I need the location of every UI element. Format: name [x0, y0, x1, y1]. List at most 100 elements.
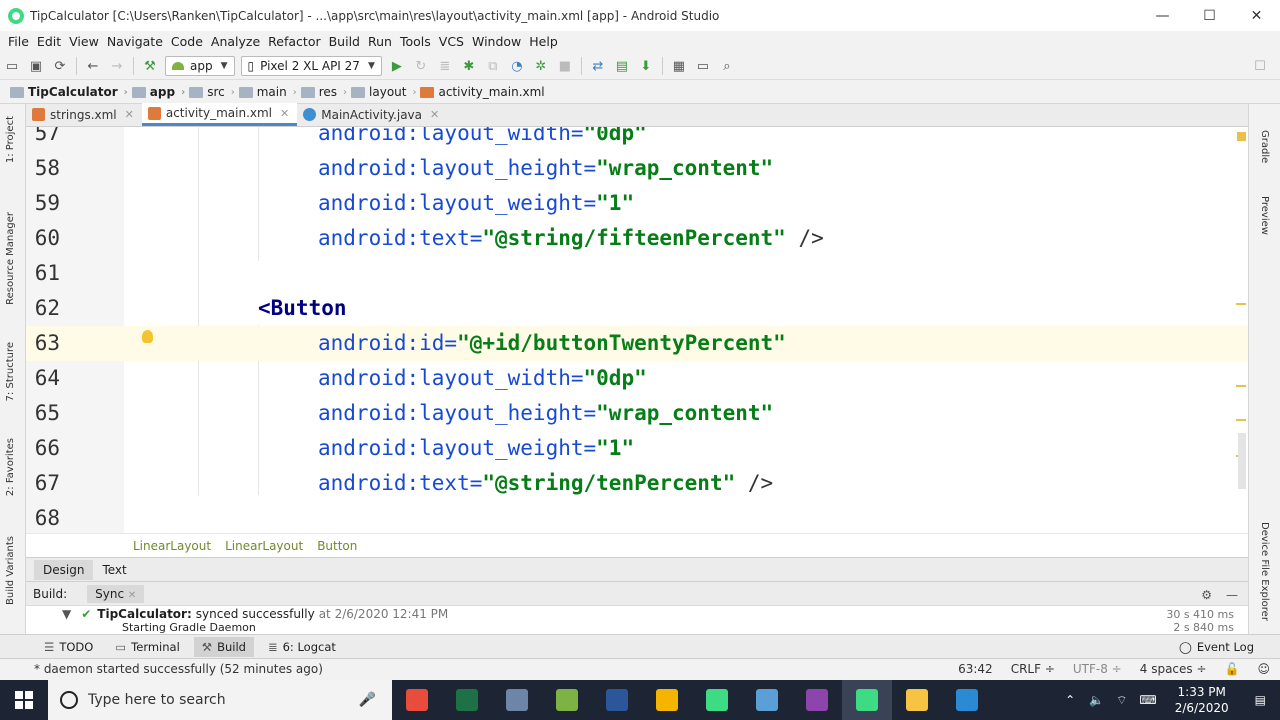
code-line[interactable]: 63 android:id="@+id/buttonTwentyPercent" — [26, 326, 1248, 361]
taskbar-app-word[interactable] — [592, 680, 642, 720]
caret-position[interactable]: 63:42 — [958, 662, 993, 676]
xml-path-linearlayout[interactable]: LinearLayout — [133, 539, 211, 553]
terminal-icon[interactable]: ▭ — [691, 55, 715, 77]
breadcrumb-main[interactable]: main › — [238, 85, 297, 99]
build-tool-button[interactable]: ⚒ Build — [193, 636, 254, 657]
taskbar-app-android-studio[interactable] — [842, 680, 892, 720]
event-log-button[interactable]: ◯ Event Log — [1179, 640, 1254, 654]
minimize-panel-icon[interactable]: — — [1226, 588, 1238, 602]
code-line[interactable]: 61 — [26, 256, 1248, 291]
taskbar-app-visual-studio[interactable] — [792, 680, 842, 720]
profile-icon[interactable]: ◔ — [505, 55, 529, 77]
apply-code-changes-icon[interactable]: ≣ — [433, 55, 457, 77]
menu-edit[interactable]: Edit — [33, 34, 65, 49]
sdk-manager-icon[interactable]: ⬇ — [634, 55, 658, 77]
gradle-sync-icon[interactable]: ⇄ — [586, 55, 610, 77]
lightbulb-icon[interactable] — [142, 330, 153, 343]
menu-run[interactable]: Run — [364, 34, 396, 49]
taskbar-app-android-studio-green[interactable] — [692, 680, 742, 720]
open-folder-icon[interactable]: ▭ — [0, 55, 24, 77]
clock[interactable]: 1:33 PM 2/6/2020 — [1175, 684, 1229, 716]
logcat-tool-button[interactable]: ≣ 6: Logcat — [260, 637, 344, 657]
user-icon[interactable]: ☐ — [1248, 55, 1272, 77]
menu-vcs[interactable]: VCS — [435, 34, 468, 49]
line-number[interactable]: 68 — [32, 501, 60, 533]
line-number[interactable]: 60 — [32, 221, 60, 256]
minimize-button[interactable]: — — [1139, 0, 1186, 31]
code-line[interactable]: 64 android:layout_width="0dp" — [26, 361, 1248, 396]
preview-tool-button[interactable]: Preview — [1259, 196, 1270, 235]
start-button[interactable] — [0, 680, 48, 720]
resource-manager-tool-button[interactable]: Resource Manager — [5, 212, 16, 305]
breadcrumb-res[interactable]: res › — [300, 85, 347, 99]
debug-attach-icon[interactable]: ✲ — [529, 55, 553, 77]
line-number[interactable]: 66 — [32, 431, 60, 466]
tab-text[interactable]: Text — [93, 560, 135, 580]
microphone-icon[interactable]: 🎤 — [359, 692, 376, 708]
close-icon[interactable]: ✕ — [125, 108, 134, 121]
taskbar-app-notepad-plus[interactable] — [542, 680, 592, 720]
stop-icon[interactable]: ■ — [553, 55, 577, 77]
close-icon[interactable]: ✕ — [280, 107, 289, 120]
device-selector[interactable]: ▯ Pixel 2 XL API 27 ▼ — [240, 56, 382, 76]
run-icon[interactable]: ▶ — [385, 55, 409, 77]
line-number[interactable]: 57 — [32, 127, 60, 151]
menu-code[interactable]: Code — [167, 34, 207, 49]
line-number[interactable]: 59 — [32, 186, 60, 221]
volume-icon[interactable]: 🔈 — [1089, 693, 1104, 707]
taskbar-app-app-blue[interactable] — [742, 680, 792, 720]
menu-window[interactable]: Window — [468, 34, 525, 49]
keyboard-icon[interactable]: ⌨ — [1139, 693, 1156, 707]
menu-file[interactable]: File — [4, 34, 33, 49]
attach-debugger-icon[interactable]: ⧉ — [481, 55, 505, 77]
file-encoding[interactable]: UTF-8 ÷ — [1073, 662, 1122, 676]
code-line[interactable]: 59 android:layout_weight="1" — [26, 186, 1248, 221]
network-icon[interactable]: ⌔ — [1116, 693, 1127, 708]
project-structure-icon[interactable]: ▦ — [667, 55, 691, 77]
menu-refactor[interactable]: Refactor — [264, 34, 324, 49]
line-number[interactable]: 65 — [32, 396, 60, 431]
notifications-icon[interactable]: ▤ — [1255, 693, 1266, 707]
code-line[interactable]: 57 android:layout_width="0dp" — [26, 127, 1248, 151]
code-line[interactable]: 58 android:layout_height="wrap_content" — [26, 151, 1248, 186]
back-arrow-icon[interactable]: ← — [81, 55, 105, 77]
code-editor[interactable]: 57 android:layout_width="0dp" 58 android:la… — [26, 127, 1248, 533]
device-file-explorer-tool-button[interactable]: Device File Explorer — [1259, 522, 1270, 621]
search-icon[interactable]: ⌕ — [715, 55, 739, 77]
taskbar-app-chrome[interactable] — [642, 680, 692, 720]
debug-icon[interactable]: ✱ — [457, 55, 481, 77]
lock-icon[interactable]: 🔓 — [1225, 662, 1240, 676]
structure-tool-button[interactable]: 7: Structure — [5, 342, 16, 401]
indent-setting[interactable]: 4 spaces ÷ — [1140, 662, 1207, 676]
tab-sync[interactable]: Sync ✕ — [87, 584, 145, 603]
breadcrumb-project[interactable]: TipCalculator › — [10, 85, 128, 99]
code-line[interactable]: 66 android:layout_weight="1" — [26, 431, 1248, 466]
line-separator[interactable]: CRLF ÷ — [1011, 662, 1055, 676]
module-selector[interactable]: app ▼ — [165, 56, 235, 76]
tab-mainactivity-java[interactable]: MainActivity.java ✕ — [297, 103, 447, 126]
tab-design[interactable]: Design — [34, 559, 94, 580]
code-line[interactable]: 62 <Button — [26, 291, 1248, 326]
line-number[interactable]: 64 — [32, 361, 60, 396]
menu-build[interactable]: Build — [325, 34, 364, 49]
forward-arrow-icon[interactable]: → — [105, 55, 129, 77]
gear-icon[interactable]: ⚙ — [1201, 588, 1212, 602]
tab-activity-main-xml[interactable]: activity_main.xml ✕ — [141, 103, 298, 126]
favorites-tool-button[interactable]: 2: Favorites — [5, 438, 16, 496]
expand-arrow-icon[interactable]: ▼ — [62, 607, 71, 621]
code-line[interactable]: 60 android:text="@string/fifteenPercent" … — [26, 221, 1248, 256]
build-sub-row[interactable]: Starting Gradle Daemon 2 s 840 ms — [26, 622, 1248, 633]
taskbar-app-android-studio-alt[interactable] — [392, 680, 442, 720]
breadcrumb-src[interactable]: src › — [189, 85, 235, 99]
line-number[interactable]: 58 — [32, 151, 60, 186]
build-variants-tool-button[interactable]: Build Variants — [5, 536, 16, 605]
line-number[interactable]: 63 — [32, 326, 60, 361]
taskbar-search-box[interactable]: Type here to search 🎤 — [48, 680, 392, 720]
analysis-status-icon[interactable] — [1237, 132, 1246, 141]
stripe-marker[interactable] — [1236, 303, 1246, 305]
xml-path-button[interactable]: Button — [317, 539, 357, 553]
gradle-tool-button[interactable]: Gradle — [1259, 130, 1270, 163]
line-number[interactable]: 62 — [32, 291, 60, 326]
close-icon[interactable]: ✕ — [430, 108, 439, 121]
todo-tool-button[interactable]: ☰ TODO — [36, 637, 101, 657]
